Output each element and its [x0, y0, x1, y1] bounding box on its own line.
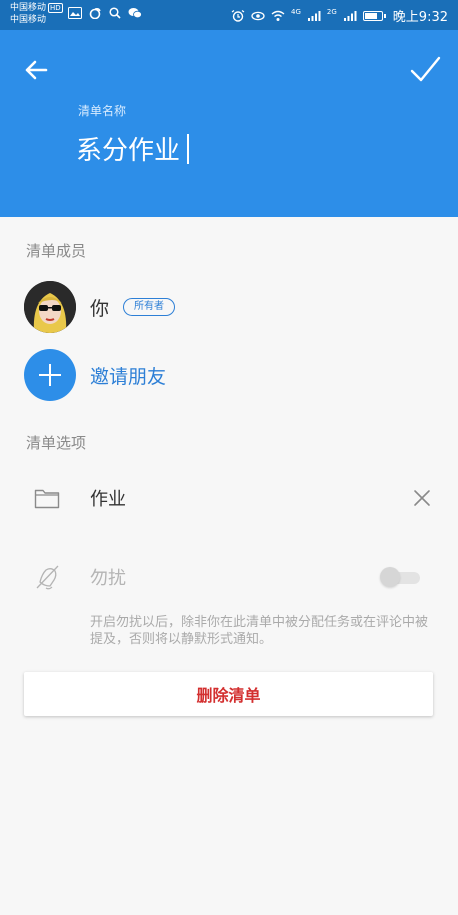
dnd-label: 勿扰	[90, 568, 126, 589]
dnd-toggle[interactable]	[380, 567, 420, 587]
invite-friends-button[interactable]: 邀请朋友	[24, 349, 166, 401]
member-name: 你	[90, 297, 110, 320]
plus-icon	[24, 349, 76, 401]
avatar	[24, 281, 76, 333]
close-icon[interactable]	[412, 488, 432, 508]
signal-2-label: 2G	[326, 7, 337, 16]
members-section-title: 清单成员	[26, 242, 87, 260]
signal-icon	[307, 10, 321, 21]
hd-badge: HD	[48, 3, 63, 13]
carrier-2: 中国移动	[10, 15, 47, 25]
text-cursor	[187, 134, 189, 164]
carrier-info: 中国移动 HD 中国移动	[10, 2, 63, 26]
arrow-left-icon[interactable]	[18, 52, 54, 88]
delete-list-button[interactable]: 删除清单	[24, 672, 433, 716]
list-header: 清单名称	[0, 30, 458, 217]
status-bar: 中国移动 HD 中国移动 4G 2G 晚上9:32	[0, 0, 458, 30]
owner-badge: 所有者	[123, 298, 176, 316]
weibo-icon	[89, 8, 101, 19]
wifi-icon	[271, 10, 285, 21]
list-name-input[interactable]	[76, 126, 376, 170]
toggle-knob	[380, 567, 400, 587]
alarm-icon	[231, 9, 245, 22]
invite-friends-label: 邀请朋友	[90, 365, 167, 388]
folder-label: 作业	[90, 489, 126, 510]
signal-icon	[343, 10, 357, 21]
image-icon	[68, 7, 82, 19]
battery-icon	[362, 10, 386, 21]
dnd-option-row: 勿扰	[0, 552, 458, 602]
carrier-1: 中国移动	[10, 3, 47, 13]
folder-icon	[34, 489, 60, 509]
mute-bell-icon	[36, 565, 59, 590]
signal-1-label: 4G	[291, 7, 301, 16]
folder-option-row[interactable]: 作业	[0, 473, 458, 523]
wechat-icon	[128, 8, 142, 19]
status-time: 晚上9:32	[392, 10, 448, 25]
dnd-description: 开启勿扰以后，除非你在此清单中被分配任务或在评论中被提及，否则将以静默形式通知。	[90, 615, 429, 647]
check-icon[interactable]	[406, 50, 444, 88]
eye-comfort-icon	[251, 11, 265, 20]
list-name-label: 清单名称	[78, 104, 127, 118]
member-row-owner[interactable]: 你 所有者	[24, 281, 176, 333]
search-icon	[109, 7, 121, 19]
options-section-title: 清单选项	[26, 434, 87, 452]
avatar-illustration	[24, 281, 76, 333]
